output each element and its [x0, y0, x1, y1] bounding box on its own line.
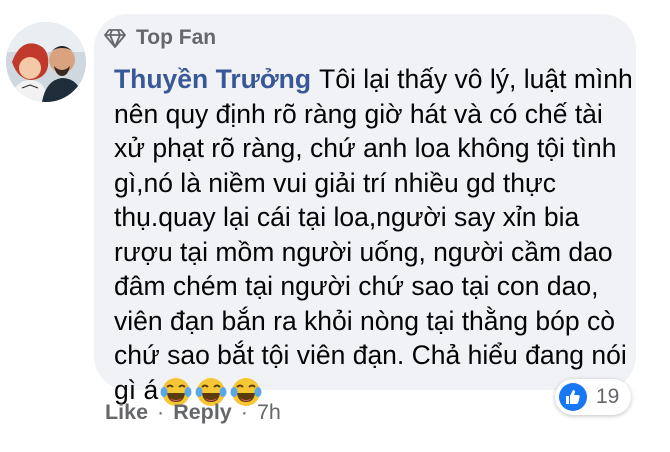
top-fan-badge: Top Fan: [104, 26, 216, 50]
separator: ·: [240, 400, 248, 424]
badge-label: Top Fan: [136, 26, 217, 49]
comment-text: Tôi lại thấy vô lý, luật mình nên quy đị…: [114, 64, 633, 405]
like-button[interactable]: Like: [105, 400, 148, 425]
diamond-icon: [104, 29, 126, 48]
avatar[interactable]: [6, 22, 86, 102]
comment-body: Thuyền Trưởng Tôi lại thấy vô lý, luật mì…: [114, 62, 634, 408]
reaction-summary[interactable]: 19: [555, 379, 632, 415]
timestamp[interactable]: 7h: [257, 400, 281, 425]
like-icon: [559, 383, 587, 411]
comment-author[interactable]: Thuyền Trưởng: [114, 64, 311, 94]
reply-button[interactable]: Reply: [173, 400, 232, 425]
separator: ·: [157, 400, 165, 424]
reaction-count: 19: [596, 385, 620, 408]
avatar-photo: [6, 22, 86, 102]
comment-actions: Like · Reply · 7h: [105, 400, 281, 425]
